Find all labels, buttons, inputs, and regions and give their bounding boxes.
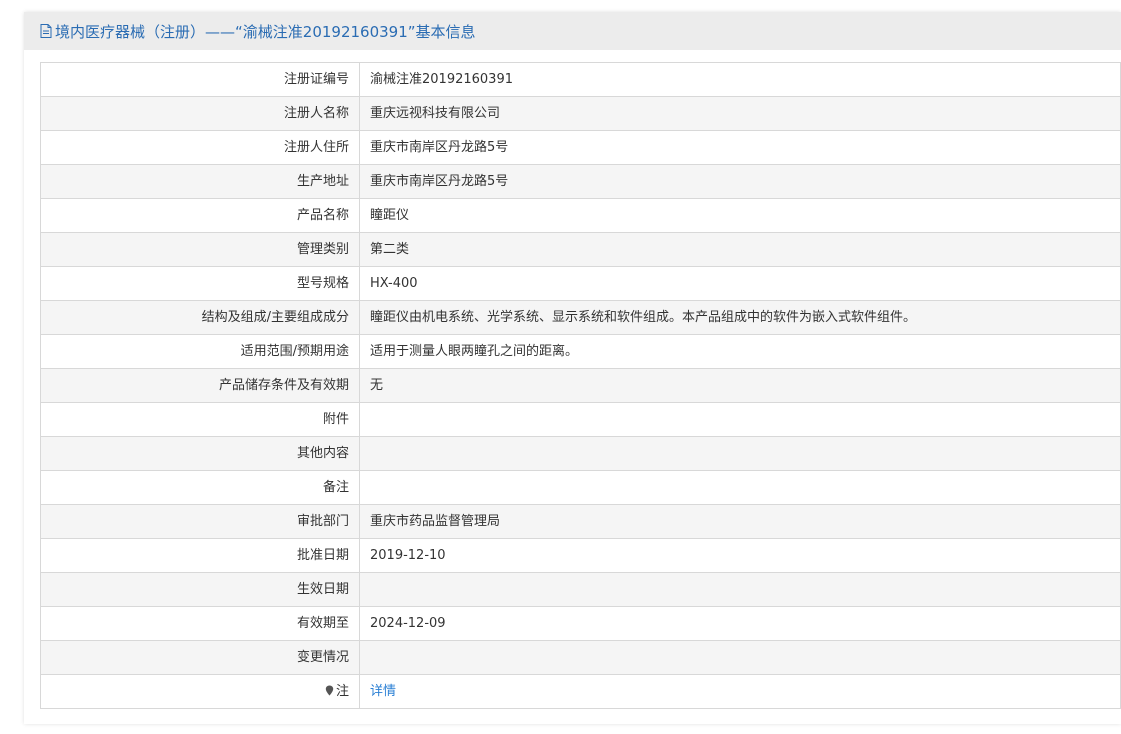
field-label: 附件 xyxy=(40,402,360,437)
field-value xyxy=(359,436,1121,471)
table-row: 生产地址 重庆市南岸区丹龙路5号 xyxy=(40,164,1121,199)
note-label: 注 xyxy=(335,684,349,699)
field-value: 重庆远视科技有限公司 xyxy=(359,96,1121,131)
note-label-cell: 注 xyxy=(40,674,360,709)
table-row: 管理类别 第二类 xyxy=(40,232,1121,267)
note-row: 注 详情 xyxy=(40,674,1121,709)
table-row: 附件 xyxy=(40,402,1121,437)
field-label: 审批部门 xyxy=(40,504,360,539)
table-row: 适用范围/预期用途 适用于测量人眼两瞳孔之间的距离。 xyxy=(40,334,1121,369)
table-row: 产品储存条件及有效期无 xyxy=(40,368,1121,403)
field-label: 管理类别 xyxy=(40,232,360,267)
note-value-cell: 详情 xyxy=(359,674,1121,709)
field-value: 无 xyxy=(359,368,1121,403)
table-row: 注册证编号 渝械注准20192160391 xyxy=(40,62,1121,97)
field-value xyxy=(359,640,1121,675)
field-label: 批准日期 xyxy=(40,538,360,573)
field-value: 2019-12-10 xyxy=(359,538,1121,573)
pin-icon xyxy=(325,685,334,696)
field-value: 适用于测量人眼两瞳孔之间的距离。 xyxy=(359,334,1121,369)
field-value: HX-400 xyxy=(359,266,1121,301)
field-label: 生产地址 xyxy=(40,164,360,199)
table-row: 产品名称 瞳距仪 xyxy=(40,198,1121,233)
field-label: 结构及组成/主要组成成分 xyxy=(40,300,360,335)
field-label: 适用范围/预期用途 xyxy=(40,334,360,369)
field-value: 渝械注准20192160391 xyxy=(359,62,1121,97)
field-label: 型号规格 xyxy=(40,266,360,301)
table-row: 审批部门 重庆市药品监督管理局 xyxy=(40,504,1121,539)
document-icon xyxy=(40,24,52,38)
field-value: 重庆市药品监督管理局 xyxy=(359,504,1121,539)
table-row: 变更情况 xyxy=(40,640,1121,675)
table-row: 注册人名称 重庆远视科技有限公司 xyxy=(40,96,1121,131)
page-title: 境内医疗器械（注册）——“渝械注准20192160391”基本信息 xyxy=(55,22,476,41)
field-label: 备注 xyxy=(40,470,360,505)
panel-header: 境内医疗器械（注册）——“渝械注准20192160391”基本信息 xyxy=(24,12,1121,50)
field-label: 产品名称 xyxy=(40,198,360,233)
detail-table-body: 注册证编号 渝械注准20192160391 注册人名称 重庆远视科技有限公司 注册人住所… xyxy=(40,62,1121,709)
field-label: 注册人住所 xyxy=(40,130,360,165)
field-label: 注册证编号 xyxy=(40,62,360,97)
field-label: 有效期至 xyxy=(40,606,360,641)
table-row: 批准日期 2019-12-10 xyxy=(40,538,1121,573)
detail-table: 注册证编号 渝械注准20192160391 注册人名称 重庆远视科技有限公司 注册人住所… xyxy=(40,62,1121,709)
field-value: 第二类 xyxy=(359,232,1121,267)
field-value xyxy=(359,402,1121,437)
table-row: 注册人住所 重庆市南岸区丹龙路5号 xyxy=(40,130,1121,165)
table-row: 备注 xyxy=(40,470,1121,505)
table-row: 其他内容 xyxy=(40,436,1121,471)
field-label: 其他内容 xyxy=(40,436,360,471)
field-value: 瞳距仪 xyxy=(359,198,1121,233)
field-label: 变更情况 xyxy=(40,640,360,675)
field-value: 重庆市南岸区丹龙路5号 xyxy=(359,130,1121,165)
details-link[interactable]: 详情 xyxy=(370,684,396,699)
table-row: 型号规格 HX-400 xyxy=(40,266,1121,301)
registration-info-panel: 境内医疗器械（注册）——“渝械注准20192160391”基本信息 注册证编号渝… xyxy=(24,12,1121,724)
field-value xyxy=(359,572,1121,607)
field-value: 重庆市南岸区丹龙路5号 xyxy=(359,164,1121,199)
table-row: 有效期至 2024-12-09 xyxy=(40,606,1121,641)
field-value: 瞳距仪由机电系统、光学系统、显示系统和软件组成。本产品组成中的软件为嵌入式软件组… xyxy=(359,300,1121,335)
field-label: 注册人名称 xyxy=(40,96,360,131)
field-label: 产品储存条件及有效期 xyxy=(40,368,360,403)
table-row: 结构及组成/主要组成成分 瞳距仪由机电系统、光学系统、显示系统和软件组成。本产品组… xyxy=(40,300,1121,335)
table-row: 生效日期 xyxy=(40,572,1121,607)
field-value: 2024-12-09 xyxy=(359,606,1121,641)
field-value xyxy=(359,470,1121,505)
field-label: 生效日期 xyxy=(40,572,360,607)
